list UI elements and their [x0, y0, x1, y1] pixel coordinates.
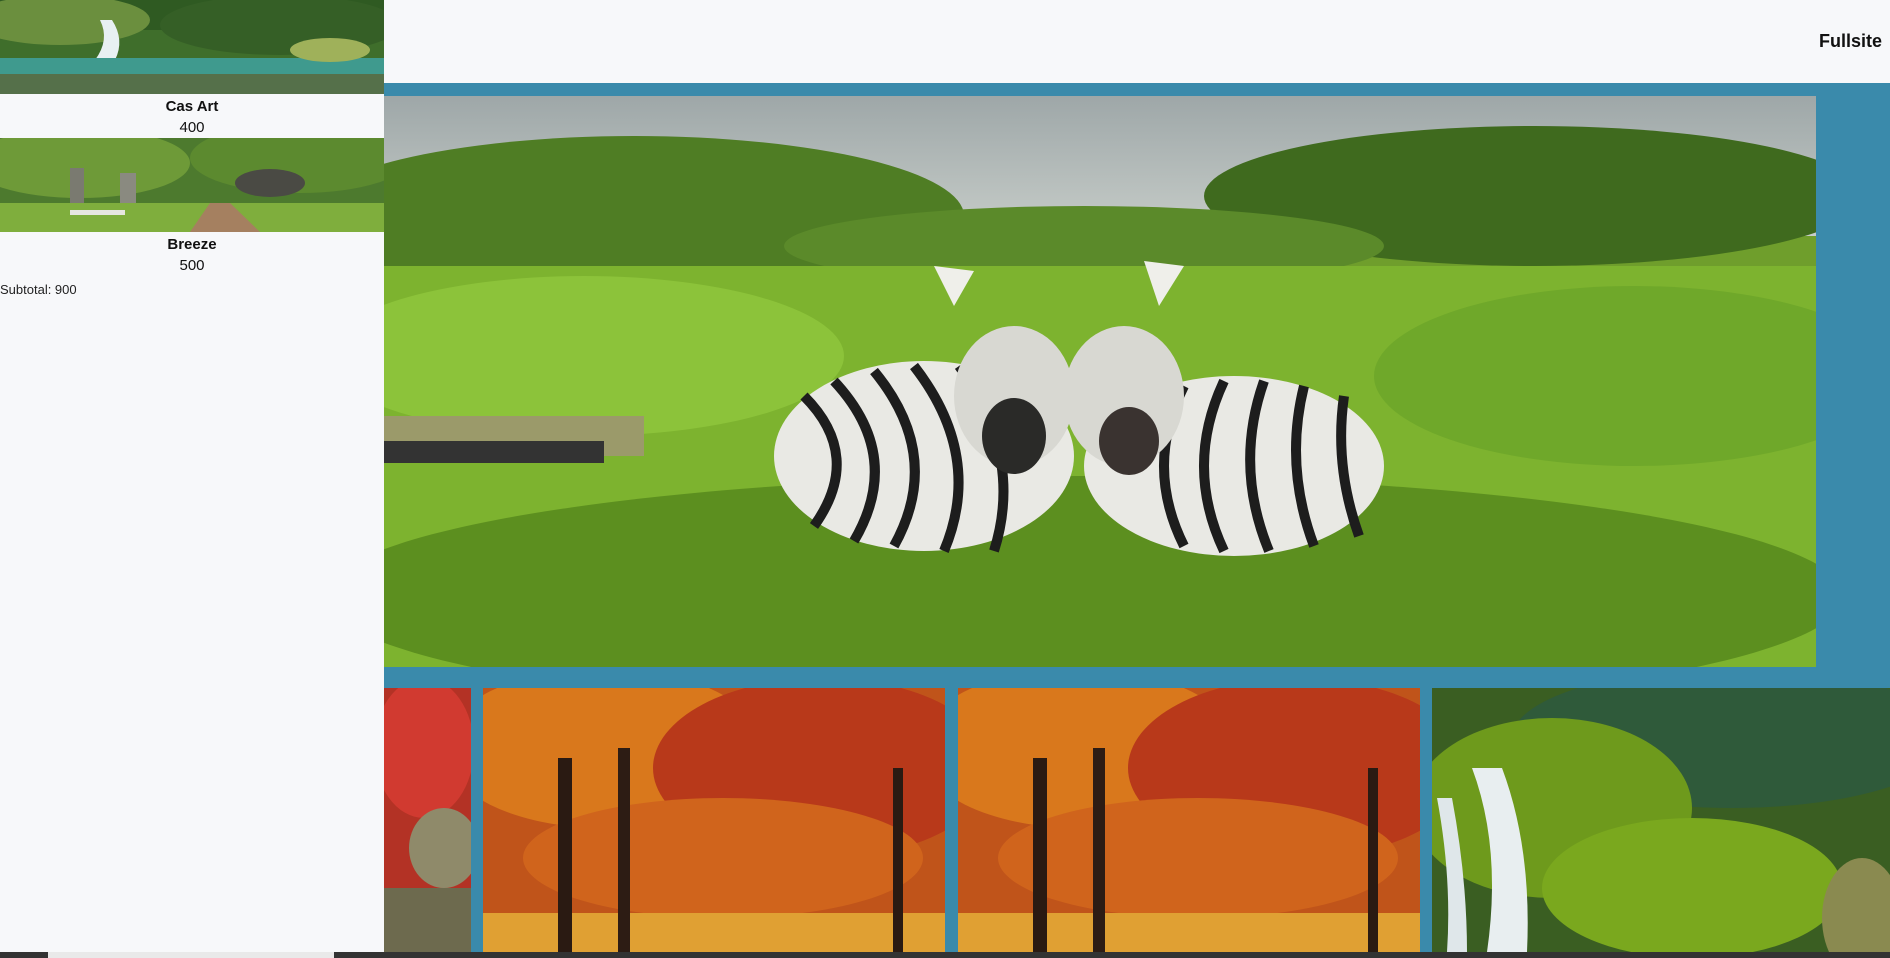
cart-item[interactable]: Cas Art 400: [0, 0, 384, 138]
hero-image[interactable]: [384, 96, 1816, 667]
cart-item-price: 400: [179, 119, 205, 136]
cart-item-price: 500: [179, 257, 205, 274]
thumbnail-image[interactable]: [384, 688, 471, 952]
cart-subtotal: Subtotal: 900: [0, 282, 77, 297]
thumbnail-strip: [384, 688, 1890, 952]
cart-sidebar: Cas Art 400 Breeze 500 Subtotal: 900: [0, 0, 384, 952]
thumbnail-image[interactable]: [483, 688, 945, 952]
cart-item-name: Cas Art: [165, 98, 219, 115]
gallery-area: [384, 83, 1890, 952]
cart-item[interactable]: Breeze 500: [0, 138, 384, 276]
app-root: Cas Art 400 Breeze 500 Subtotal: 900 Ful…: [0, 0, 1890, 958]
cart-item-name: Breeze: [167, 236, 217, 253]
cart-item-thumbnail[interactable]: [0, 138, 384, 232]
top-header: Fullsite: [384, 0, 1890, 83]
fullsite-link[interactable]: Fullsite: [1819, 31, 1882, 52]
bottom-strip: [0, 952, 1890, 958]
thumbnail-image[interactable]: [958, 688, 1420, 952]
taskbar-segment: [48, 952, 334, 958]
cart-item-thumbnail[interactable]: [0, 0, 384, 94]
thumbnail-image[interactable]: [1432, 688, 1890, 952]
